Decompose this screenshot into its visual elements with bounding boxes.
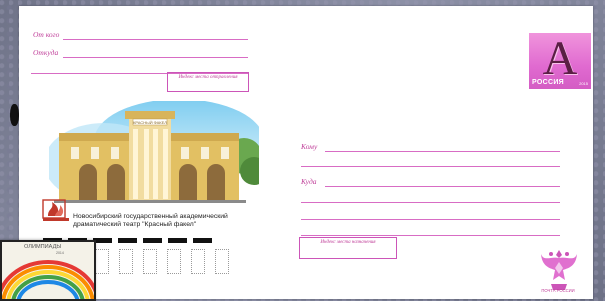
postal-code-cell[interactable] <box>143 249 157 274</box>
code-mark <box>193 238 212 243</box>
postal-code-cell[interactable] <box>167 249 181 274</box>
from-where-label: Откуда <box>33 48 59 57</box>
to-line-2[interactable] <box>301 166 560 167</box>
caption-line-1: Новосибирский государственный академичес… <box>73 213 228 220</box>
from-line[interactable] <box>63 39 248 40</box>
sender-index-label: Индекс места отправления <box>178 75 238 80</box>
theatre-illustration: КРАСНЫЙ ФАКЕЛ <box>49 101 259 203</box>
from-where-line[interactable] <box>63 57 248 58</box>
where-line-2[interactable] <box>301 202 560 203</box>
postal-envelope: От кого Откуда Индекс места отправления … <box>19 6 593 299</box>
stamp-year: 2015 <box>579 81 588 86</box>
to-line[interactable] <box>325 151 560 152</box>
black-mark <box>10 104 19 126</box>
building-sign: КРАСНЫЙ ФАКЕЛ <box>133 120 167 125</box>
code-mark <box>168 238 187 243</box>
russian-post-caption: ПОЧТА РОССИИ <box>541 288 575 293</box>
overlapping-card: ОЛИМПИАДЫ 2014 <box>0 240 96 301</box>
sender-index-box[interactable]: Индекс места отправления <box>167 72 249 92</box>
postal-code-cell[interactable] <box>191 249 205 274</box>
from-label: От кого <box>33 30 60 39</box>
to-label: Кому <box>301 142 318 151</box>
theatre-logo-icon <box>42 199 69 221</box>
where-label: Куда <box>301 177 317 186</box>
postage-stamp: А РОССИЯ 2015 <box>529 33 591 89</box>
stamp-country: РОССИЯ <box>532 79 564 86</box>
russian-post-eagle-icon <box>541 250 577 290</box>
caption-line-2: драматический театр "Красный факел" <box>73 221 197 228</box>
code-mark <box>143 238 162 243</box>
recipient-index-box[interactable]: Индекс места назначения <box>299 237 397 259</box>
postal-code-cell[interactable] <box>95 249 109 274</box>
where-line[interactable] <box>325 186 560 187</box>
postal-code-cell[interactable] <box>119 249 133 274</box>
card-title: ОЛИМПИАДЫ <box>24 244 62 250</box>
where-line-3[interactable] <box>301 219 560 220</box>
code-mark <box>118 238 137 243</box>
illustration-caption: Новосибирский государственный академичес… <box>73 213 263 229</box>
where-line-4[interactable] <box>301 235 560 236</box>
recipient-index-label: Индекс места назначения <box>320 240 376 245</box>
postal-code-cell[interactable] <box>215 249 229 274</box>
rainbow-arc-graphic <box>2 260 94 299</box>
